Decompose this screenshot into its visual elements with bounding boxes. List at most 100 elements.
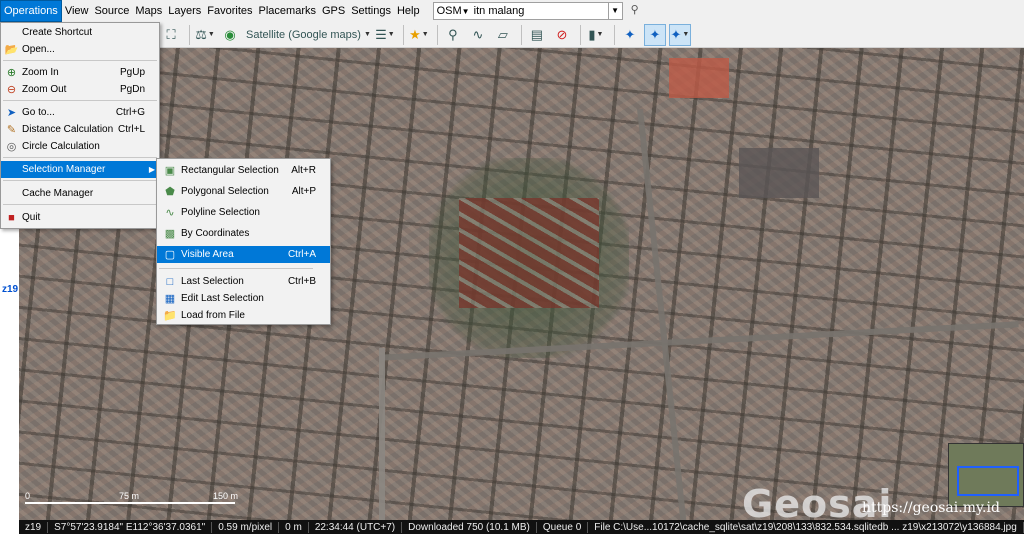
- toolbar-separator: [436, 24, 438, 45]
- load-file-icon: 📁: [163, 310, 177, 322]
- menu-source[interactable]: Source: [91, 0, 132, 22]
- source-select[interactable]: OSM: [437, 5, 462, 17]
- status-queue: Queue 0: [537, 521, 589, 533]
- toolbar-separator: [520, 24, 522, 45]
- status-coordinates: S7°57'23.9184" E112°36'37.0361": [48, 521, 213, 533]
- submenu-item-polyline-selection[interactable]: ∿ Polyline Selection: [157, 204, 330, 221]
- edit-selection-icon: ▦: [164, 293, 176, 305]
- menu-separator: [3, 100, 157, 101]
- status-bar: z19 S7°57'23.9184" E112°36'37.0361" 0.59…: [19, 520, 1024, 534]
- map-type-dropdown[interactable]: Satellite (Google maps) ▼: [244, 24, 371, 46]
- menu-separator: [159, 268, 313, 269]
- menu-item-quit[interactable]: ■ Quit: [1, 209, 159, 226]
- zoom-level-indicator: z19: [2, 284, 19, 295]
- hide-placemarks-icon[interactable]: ⊘: [551, 24, 573, 46]
- minimap[interactable]: [948, 443, 1024, 507]
- placemark-list-icon[interactable]: ▤: [526, 24, 548, 46]
- scale-bar: 0 75 m 150 m: [21, 491, 239, 505]
- menu-favorites[interactable]: Favorites: [204, 0, 255, 22]
- satellite-dish-icon[interactable]: ⚖ ▼: [194, 24, 216, 46]
- map-roof-block: [669, 58, 729, 98]
- ruler-icon: ✎: [6, 124, 17, 136]
- toolbar-separator: [189, 24, 190, 45]
- operations-menu: Create Shortcut 📂 Open... ⊕ Zoom In PgUp ⊖ Z…: [0, 22, 160, 229]
- menu-separator: [3, 180, 157, 181]
- menu-item-open[interactable]: 📂 Open...: [1, 41, 159, 58]
- folder-open-icon: 📂: [4, 44, 19, 56]
- menu-view[interactable]: View: [62, 0, 92, 22]
- status-file: File C:\Use...10172\cache_sqlite\sat\z19…: [588, 521, 1024, 533]
- status-resolution: 0.59 m/pixel: [212, 521, 280, 533]
- menu-separator: [3, 204, 157, 205]
- submenu-item-rectangular-selection[interactable]: ▣ Rectangular Selection Alt+R: [157, 162, 330, 179]
- menu-separator: [3, 157, 157, 158]
- minimap-viewport[interactable]: [957, 466, 1019, 496]
- source-caret-icon[interactable]: ▼: [462, 7, 470, 16]
- menu-item-create-shortcut[interactable]: Create Shortcut: [1, 24, 159, 41]
- scale-bar-line: [25, 502, 235, 504]
- circle-calc-icon: ◎: [6, 141, 17, 153]
- menu-item-goto[interactable]: ➤ Go to... Ctrl+G: [1, 104, 159, 121]
- submenu-item-edit-last-selection[interactable]: ▦ Edit Last Selection: [157, 290, 330, 307]
- menu-item-zoom-out[interactable]: ⊖ Zoom Out PgDn: [1, 81, 159, 98]
- menu-help[interactable]: Help: [394, 0, 423, 22]
- quit-icon: ■: [8, 211, 15, 224]
- menu-item-cache-manager[interactable]: Cache Manager: [1, 185, 159, 202]
- polygon-draw-icon[interactable]: ▱: [492, 24, 514, 46]
- menu-maps[interactable]: Maps: [132, 0, 165, 22]
- submenu-item-last-selection[interactable]: □ Last Selection Ctrl+B: [157, 273, 330, 290]
- layers-icon[interactable]: ☰ ▼: [374, 24, 396, 46]
- scale-label-75: 75 m: [119, 491, 140, 501]
- coordinates-icon: ▩: [164, 228, 176, 240]
- gps-track-icon[interactable]: ✦ ▼: [668, 23, 691, 46]
- menu-item-zoom-in[interactable]: ⊕ Zoom In PgUp: [1, 64, 159, 81]
- favorites-star-icon[interactable]: ★ ▼: [408, 24, 430, 46]
- zoom-in-icon: ⊕: [6, 67, 17, 79]
- gps-connect-icon[interactable]: ✦: [619, 24, 641, 46]
- google-maps-icon[interactable]: ◉: [219, 24, 241, 46]
- menu-bar: Operations View Source Maps Layers Favor…: [0, 0, 1024, 22]
- search-input[interactable]: [473, 5, 614, 17]
- menu-gps[interactable]: GPS: [319, 0, 348, 22]
- selection-manager-submenu: ▣ Rectangular Selection Alt+R ⬟ Polygonal S…: [156, 158, 331, 325]
- rect-select-icon: ▣: [164, 165, 176, 177]
- map-type-label: Satellite (Google maps): [246, 28, 361, 41]
- toolbar-separator: [613, 24, 615, 45]
- status-zoom: z19: [19, 521, 49, 533]
- toolbar-separator: [579, 24, 581, 45]
- menu-settings[interactable]: Settings: [348, 0, 394, 22]
- search-dropdown-icon[interactable]: ▼: [607, 3, 622, 19]
- menu-operations[interactable]: Operations: [0, 0, 62, 22]
- scale-label-150: 150 m: [213, 491, 239, 501]
- toolbar-separator: [402, 24, 404, 45]
- path-icon[interactable]: ∿: [467, 24, 489, 46]
- watermark-url: https://geosai.my.id: [862, 500, 1000, 516]
- menu-placemarks[interactable]: Placemarks: [256, 0, 319, 22]
- submenu-item-load-from-file[interactable]: 📁 Load from File: [157, 307, 330, 324]
- menu-layers[interactable]: Layers: [165, 0, 204, 22]
- submenu-item-polygonal-selection[interactable]: ⬟ Polygonal Selection Alt+P: [157, 183, 330, 200]
- submenu-arrow-icon: ▶: [148, 165, 155, 174]
- scale-label-0: 0: [25, 491, 31, 501]
- status-time: 22:34:44 (UTC+7): [309, 521, 403, 533]
- map-roof-block: [739, 148, 819, 198]
- menu-item-selection-manager[interactable]: Selection Manager ▶: [1, 161, 159, 178]
- zoom-out-icon: ⊖: [6, 84, 17, 96]
- gps-center-icon[interactable]: ✦: [643, 23, 666, 46]
- map-road: [379, 348, 385, 524]
- polygon-select-icon: ⬟: [165, 186, 175, 198]
- menu-item-distance-calculation[interactable]: ✎ Distance Calculation Ctrl+L: [1, 121, 159, 138]
- gps-panel-icon[interactable]: ▮ ▼: [585, 24, 607, 46]
- map-roof-block: [459, 198, 599, 308]
- placemark-pin-icon[interactable]: ⚲: [442, 24, 464, 46]
- search-icon[interactable]: ⚲: [627, 3, 643, 19]
- search-box: OSM ▼ ▼: [432, 2, 623, 20]
- status-downloaded: Downloaded 750 (10.1 MB): [402, 521, 537, 533]
- fullscreen-icon[interactable]: ⛶: [160, 24, 182, 46]
- submenu-item-by-coordinates[interactable]: ▩ By Coordinates: [157, 225, 330, 242]
- status-altitude: 0 m: [279, 521, 309, 533]
- submenu-item-visible-area[interactable]: ▢ Visible Area Ctrl+A: [157, 246, 330, 263]
- map-road: [637, 108, 687, 524]
- polyline-select-icon: ∿: [165, 207, 175, 219]
- menu-item-circle-calculation[interactable]: ◎ Circle Calculation: [1, 138, 159, 155]
